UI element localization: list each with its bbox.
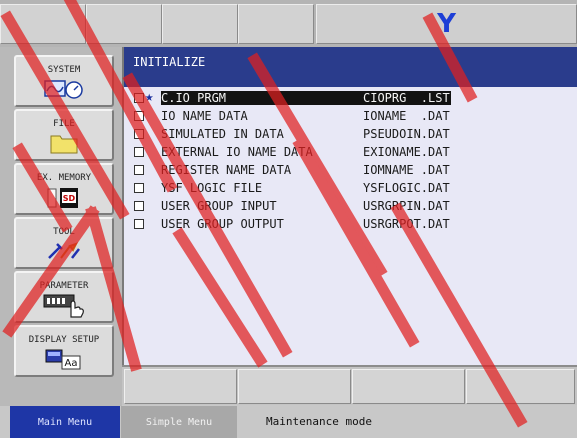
- robot-indicator: Y: [316, 4, 577, 44]
- folder-icon: [50, 133, 78, 154]
- item-filename: USRGRPIN.DAT: [363, 199, 450, 213]
- checkbox[interactable]: [134, 201, 144, 211]
- function-key-4[interactable]: [466, 369, 575, 404]
- list-item[interactable]: EXTERNAL IO NAME DATA EXIONAME.DAT: [124, 144, 577, 162]
- checkbox[interactable]: [134, 93, 144, 103]
- checkbox[interactable]: [134, 219, 144, 229]
- simple-menu-button[interactable]: Simple Menu: [121, 406, 237, 438]
- top-tab-4[interactable]: [238, 4, 314, 44]
- item-filename: IONAME .DAT: [363, 109, 450, 123]
- item-name: YSF LOGIC FILE: [161, 181, 263, 195]
- checkbox[interactable]: [134, 129, 144, 139]
- page-title: INITIALIZE: [124, 47, 577, 87]
- item-name: USER GROUP INPUT: [161, 199, 277, 213]
- item-filename: IOMNAME .DAT: [363, 163, 450, 177]
- item-filename: EXIONAME.DAT: [363, 145, 450, 159]
- function-key-bar: [122, 365, 577, 405]
- item-name: C.IO PRGM: [161, 91, 363, 105]
- menu-system-button[interactable]: SYSTEM: [14, 55, 114, 107]
- list-item[interactable]: SIMULATED IN DATA PSEUDOIN.DAT: [124, 126, 577, 144]
- checkbox[interactable]: [134, 111, 144, 121]
- display-font-icon: Aa: [44, 349, 84, 370]
- item-name: USER GROUP OUTPUT: [161, 217, 284, 231]
- file-list: ★ C.IO PRGM CIOPRG .LST IO NAME DATA ION…: [124, 89, 577, 234]
- menu-tool-label: TOOL: [53, 227, 75, 237]
- item-filename: USRGRPOT.DAT: [363, 217, 450, 231]
- item-name: IO NAME DATA: [161, 109, 248, 123]
- oscilloscope-gauge-icon: [44, 79, 84, 99]
- top-tab-1[interactable]: [0, 4, 86, 44]
- menu-parameter-button[interactable]: PARAMETER: [14, 271, 114, 323]
- list-item[interactable]: ★ C.IO PRGM CIOPRG .LST: [124, 89, 577, 108]
- tools-icon: [46, 241, 82, 261]
- menu-ex-memory-button[interactable]: EX. MEMORY SD: [14, 163, 114, 215]
- checkbox[interactable]: [134, 165, 144, 175]
- menu-system-label: SYSTEM: [47, 65, 81, 75]
- function-key-2[interactable]: [238, 369, 351, 404]
- top-tab-2[interactable]: [86, 4, 162, 44]
- function-key-3[interactable]: [352, 369, 465, 404]
- item-name: REGISTER NAME DATA: [161, 163, 292, 177]
- checkbox[interactable]: [134, 183, 144, 193]
- svg-text:SD: SD: [63, 194, 76, 203]
- item-filename: PSEUDOIN.DAT: [363, 127, 450, 141]
- board-hand-pointer-icon: [42, 294, 86, 318]
- menu-tool-button[interactable]: TOOL: [14, 217, 114, 269]
- list-item[interactable]: YSF LOGIC FILE YSFLOGIC.DAT: [124, 180, 577, 198]
- star-icon: ★: [145, 89, 154, 105]
- menu-parameter-label: PARAMETER: [39, 281, 89, 291]
- checkbox[interactable]: [134, 147, 144, 157]
- list-item[interactable]: IO NAME DATA IONAME .DAT: [124, 108, 577, 126]
- item-name: SIMULATED IN DATA: [161, 127, 284, 141]
- main-menu-panel: SYSTEM FILE EX. MEMORY SD TOOL PARAMETER…: [0, 47, 122, 406]
- svg-text:Aa: Aa: [65, 358, 78, 369]
- list-item[interactable]: REGISTER NAME DATA IOMNAME .DAT: [124, 162, 577, 180]
- menu-display-setup-label: DISPLAY SETUP: [28, 335, 100, 345]
- mode-indicator: Maintenance mode: [266, 415, 372, 428]
- status-bar: Main Menu Simple Menu Maintenance mode: [0, 406, 577, 438]
- menu-display-setup-button[interactable]: DISPLAY SETUP Aa: [14, 325, 114, 377]
- item-filename: CIOPRG .LST: [361, 91, 451, 105]
- menu-file-label: FILE: [53, 119, 75, 129]
- top-tab-3[interactable]: [162, 4, 238, 44]
- menu-ex-memory-label: EX. MEMORY: [36, 173, 92, 183]
- function-key-1[interactable]: [124, 369, 237, 404]
- menu-file-button[interactable]: FILE: [14, 109, 114, 161]
- list-item[interactable]: USER GROUP INPUT USRGRPIN.DAT: [124, 198, 577, 216]
- sd-card-icon: SD: [46, 187, 82, 208]
- initialize-panel: INITIALIZE ★ C.IO PRGM CIOPRG .LST IO NA…: [122, 47, 577, 365]
- item-filename: YSFLOGIC.DAT: [363, 181, 450, 195]
- item-name: EXTERNAL IO NAME DATA: [161, 145, 313, 159]
- main-menu-button[interactable]: Main Menu: [10, 406, 120, 438]
- list-item[interactable]: USER GROUP OUTPUT USRGRPOT.DAT: [124, 216, 577, 234]
- top-bar: Y: [0, 0, 577, 47]
